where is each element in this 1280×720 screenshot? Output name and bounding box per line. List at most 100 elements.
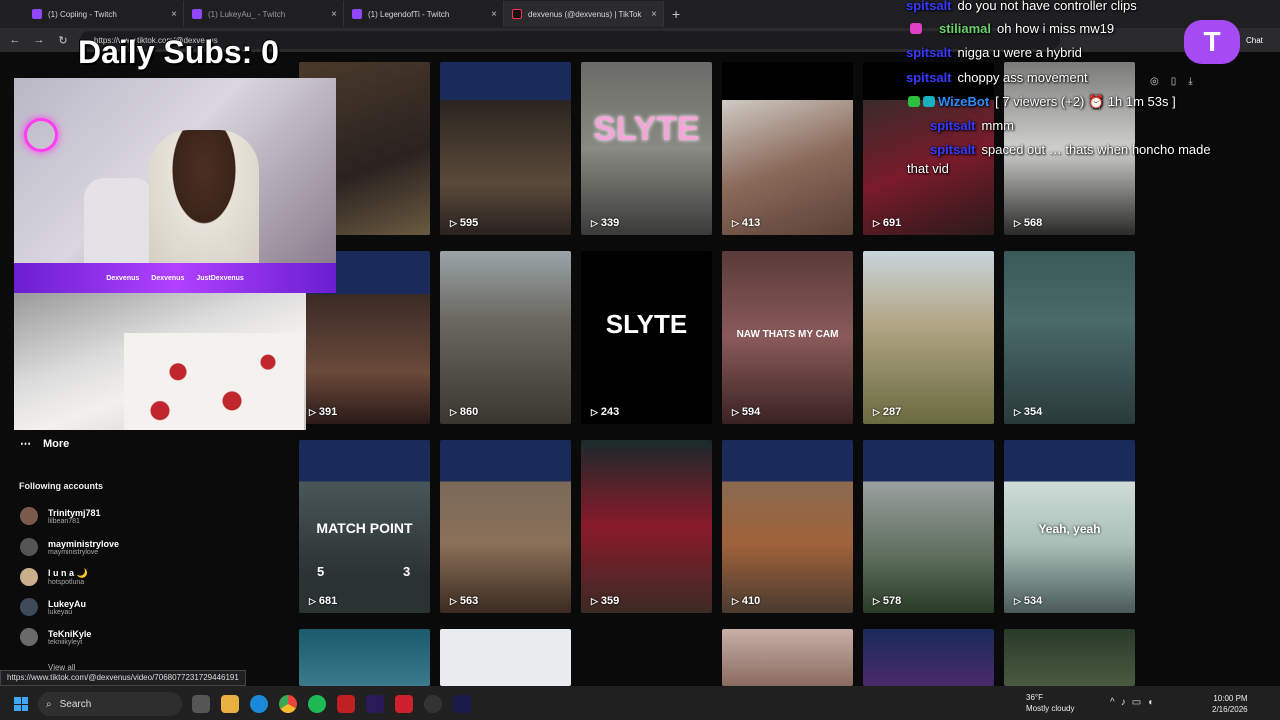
phone-icon[interactable]: ▯ [1171, 76, 1177, 87]
following-account[interactable]: TeKniKyle tekniikyleyt [20, 628, 91, 646]
play-icon: ▷ [732, 406, 739, 417]
avatar [20, 598, 38, 616]
app-icon[interactable] [395, 695, 413, 713]
social-handle: Dexvenus [151, 274, 185, 282]
tab-title: (1) LegendofTi - Twitch [368, 9, 450, 19]
video-caption: MATCH POINT [316, 520, 413, 536]
browser-tab-4[interactable]: dexvenus (@dexvenus) | TikTok × [504, 1, 664, 27]
following-account[interactable]: LukeyAu lukeyau [20, 598, 86, 616]
edge-icon[interactable] [250, 695, 268, 713]
chat-text: mmm [981, 118, 1015, 133]
search-label: Search [59, 698, 92, 710]
score-right: 3 [403, 564, 411, 579]
avatar [20, 507, 38, 525]
chat-text: spaced out … thats when honcho made [981, 142, 1211, 157]
weather-widget[interactable]: 36°F Mostly cloudy [1026, 692, 1074, 714]
close-icon[interactable]: × [651, 9, 657, 20]
video-tile[interactable] [299, 629, 430, 686]
volume-icon[interactable]: ◖ [1147, 697, 1159, 708]
video-tile[interactable] [863, 629, 994, 686]
video-tile[interactable]: ▷ 410 [722, 440, 853, 613]
new-tab-icon[interactable]: + [672, 6, 680, 22]
spotify-icon[interactable] [308, 695, 326, 713]
video-tile[interactable] [440, 629, 571, 686]
view-count: ▷ 860 [450, 406, 478, 418]
network-icon[interactable]: ▭ [1132, 697, 1147, 708]
chat-message: spitsalt choppy ass movement [906, 70, 1088, 85]
slyte-logo: SLYTE [605, 309, 688, 339]
play-icon: ▷ [309, 406, 316, 417]
more-button[interactable]: ⋯ More [20, 437, 69, 451]
chat-message: spitsalt spaced out … thats when honcho m… [930, 142, 1211, 157]
video-tile[interactable]: ▷ 287 [863, 251, 994, 424]
view-count: ▷ 287 [873, 406, 901, 418]
heart-badge-icon [910, 23, 922, 34]
more-icon: ⋯ [20, 438, 31, 450]
video-tile[interactable] [722, 629, 853, 686]
rose-blanket [124, 333, 304, 430]
file-explorer-icon[interactable] [221, 695, 239, 713]
view-count: ▷ 413 [732, 217, 760, 229]
video-tile[interactable]: ▷ 860 [440, 251, 571, 424]
obs-icon[interactable] [424, 695, 442, 713]
video-tile[interactable]: SLYTE ▷ 339 [581, 62, 712, 235]
view-count: ▷ 354 [1014, 406, 1042, 418]
forward-icon[interactable]: → [32, 34, 46, 46]
view-count-value: 860 [459, 406, 479, 418]
video-tile[interactable]: ▷ 563 [440, 440, 571, 613]
video-tile[interactable]: SLYTE ▷ 243 [581, 251, 712, 424]
premiere-icon[interactable] [366, 695, 384, 713]
download-icon[interactable]: ⤓ [1188, 76, 1192, 87]
browser-tab-1[interactable]: (1) Copiing - Twitch × [24, 1, 184, 27]
play-icon: ▷ [591, 217, 598, 228]
tiktok-icon [512, 9, 522, 19]
chat-message: stiliamal oh how i miss mw19 [910, 21, 1114, 36]
view-count-value: 339 [600, 217, 620, 229]
browser-tab-3[interactable]: (1) LegendofTi - Twitch × [344, 1, 504, 27]
reload-icon[interactable]: ↻ [56, 34, 70, 47]
taskbar-search[interactable]: ⌕ Search [38, 692, 182, 716]
system-tray[interactable]: ^♪▭◖ [1110, 697, 1159, 708]
social-handle: Dexvenus [106, 274, 140, 282]
view-count-value: 594 [741, 406, 761, 418]
video-tile[interactable]: ▷ 413 [722, 62, 853, 235]
twitch-logo: T [1184, 20, 1240, 64]
streamer [149, 130, 259, 263]
close-icon[interactable]: × [491, 9, 497, 20]
mic-icon[interactable]: ♪ [1121, 697, 1132, 708]
video-tile[interactable]: ▷ 595 [440, 62, 571, 235]
video-tile[interactable] [1004, 629, 1135, 686]
play-icon: ▷ [450, 406, 457, 417]
following-account[interactable]: l u n a 🌙 hotspotluna [20, 568, 88, 586]
chat-text: choppy ass movement [957, 70, 1088, 85]
taskbar-clock[interactable]: 10:00 PM 2/16/2026 [1212, 693, 1248, 715]
chat-user: spitsalt [906, 45, 952, 60]
play-icon: ▷ [591, 406, 598, 417]
video-tile[interactable]: ▷ 354 [1004, 251, 1135, 424]
view-count-value: 563 [459, 595, 479, 607]
following-account[interactable]: mayministrylove mayministrylove [20, 538, 119, 556]
back-icon[interactable]: ← [8, 34, 22, 46]
browser-tab-2[interactable]: (1) LukeyAu_ - Twitch × [184, 1, 344, 27]
chevron-up-icon[interactable]: ^ [1110, 697, 1121, 708]
daily-subs-counter: Daily Subs: 0 [78, 34, 279, 70]
video-tile[interactable]: NAW THATS MY CAM ▷ 594 [722, 251, 853, 424]
view-count-value: 568 [1023, 217, 1043, 229]
video-tile[interactable]: ▷ 578 [863, 440, 994, 613]
tab-title: (1) LukeyAu_ - Twitch [208, 9, 286, 19]
windows-start-icon[interactable] [14, 697, 28, 711]
weather-desc: Mostly cloudy [1026, 704, 1075, 713]
view-count: ▷ 595 [450, 217, 478, 229]
video-tile[interactable]: MATCH POINT 5 3 ▷ 681 [299, 440, 430, 613]
close-icon[interactable]: × [331, 9, 337, 20]
close-icon[interactable]: × [171, 9, 177, 20]
app-icon[interactable] [337, 695, 355, 713]
task-view-icon[interactable] [192, 695, 210, 713]
following-account[interactable]: Trinitymj781 lilbean781 [20, 507, 101, 525]
compass-icon[interactable]: ◎ [1150, 76, 1159, 87]
media-encoder-icon[interactable] [453, 695, 471, 713]
video-tile[interactable]: Yeah, yeah ▷ 534 [1004, 440, 1135, 613]
view-count-value: 243 [600, 406, 620, 418]
chrome-icon[interactable] [279, 695, 297, 713]
video-tile[interactable]: ▷ 359 [581, 440, 712, 613]
